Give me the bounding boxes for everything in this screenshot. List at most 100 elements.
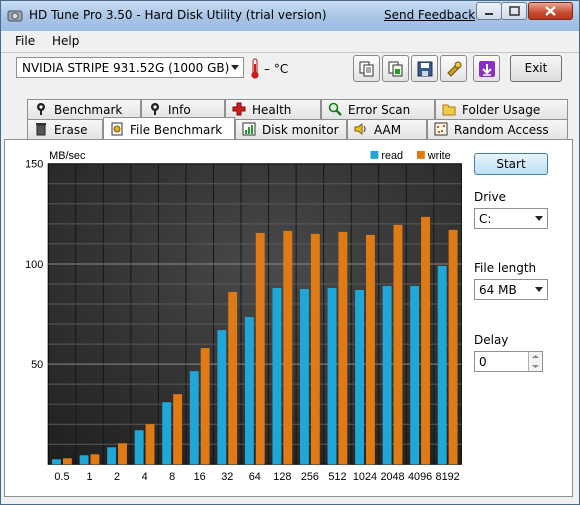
chevron-down-icon xyxy=(231,65,239,70)
bar-read xyxy=(355,289,365,465)
menu-help[interactable]: Help xyxy=(52,34,79,48)
info-icon xyxy=(151,103,159,115)
legend-label-write: write xyxy=(427,150,451,162)
bar-write xyxy=(90,454,100,465)
app-icon xyxy=(7,10,23,22)
legend-label-read: read xyxy=(381,150,403,162)
drive-combo-value: C: xyxy=(479,212,492,226)
send-feedback-link[interactable]: Send Feedback xyxy=(384,8,475,22)
tab-erase[interactable]: Erase xyxy=(27,119,103,139)
disk-monitor-icon xyxy=(242,122,256,136)
benchmark-chart: 50 100 150 MB/sec read write 0.5 1 2 4 8 16 32 64 128 2… xyxy=(25,150,462,483)
random-access-icon xyxy=(434,122,448,136)
thermometer-icon xyxy=(251,58,259,79)
bar-write xyxy=(421,216,430,465)
bar-read xyxy=(410,285,420,465)
tab-file-benchmark[interactable]: File Benchmark xyxy=(103,117,235,139)
title-bar[interactable]: HD Tune Pro 3.50 - Hard Disk Utility (tr… xyxy=(1,1,579,31)
bar-read xyxy=(107,447,117,465)
drive-select[interactable]: NVIDIA STRIPE 931.52G (1000 GB) xyxy=(16,57,244,78)
bar-write xyxy=(365,234,375,465)
legend-swatch-write xyxy=(416,150,425,159)
chevron-down-icon xyxy=(535,287,543,292)
temperature-readout: – °C xyxy=(264,62,289,76)
bar-write xyxy=(393,224,403,465)
tab-error-scan[interactable]: Error Scan xyxy=(321,99,435,119)
y-tick-label: 150 xyxy=(25,159,43,171)
bar-read xyxy=(189,371,199,465)
copy-text-button[interactable] xyxy=(353,55,380,82)
app-window: HD Tune Pro 3.50 - Hard Disk Utility (tr… xyxy=(0,0,580,505)
benchmark-icon xyxy=(37,103,45,115)
minimize-button[interactable] xyxy=(476,2,502,20)
minimize-icon xyxy=(485,13,493,15)
bar-read xyxy=(437,265,447,465)
save-icon xyxy=(417,61,433,77)
y-tick-label: 50 xyxy=(31,359,43,371)
tab-label: Disk monitor xyxy=(262,123,339,137)
tab-health[interactable]: Health xyxy=(225,99,321,119)
file-length-value: 64 MB xyxy=(479,283,517,297)
y-tick-label: 100 xyxy=(25,259,43,271)
tab-label: Random Access xyxy=(454,123,549,137)
tab-info[interactable]: Info xyxy=(141,99,225,119)
maximize-button[interactable] xyxy=(501,2,527,20)
bar-write xyxy=(338,231,348,465)
bar-write xyxy=(255,232,265,465)
spin-down-icon xyxy=(532,365,539,368)
bar-write xyxy=(145,424,155,465)
spinner-buttons[interactable] xyxy=(528,352,542,371)
bar-write xyxy=(118,443,127,465)
bar-write xyxy=(62,458,72,465)
save-button[interactable] xyxy=(411,55,438,82)
bar-read xyxy=(300,288,309,465)
tab-aam[interactable]: AAM xyxy=(347,119,427,139)
bar-write xyxy=(200,348,210,465)
tab-folder-usage[interactable]: Folder Usage xyxy=(435,99,568,119)
drive-combo[interactable]: C: xyxy=(474,208,548,229)
copy-text-icon xyxy=(359,61,374,77)
menu-file[interactable]: File xyxy=(15,34,35,48)
x-tick-label: 4 xyxy=(142,471,148,483)
file-length-combo[interactable]: 64 MB xyxy=(474,279,548,300)
tab-disk-monitor[interactable]: Disk monitor xyxy=(235,119,347,139)
window-title: HD Tune Pro 3.50 - Hard Disk Utility (tr… xyxy=(29,8,327,22)
options-icon xyxy=(447,61,462,77)
x-tick-label: 128 xyxy=(273,471,291,483)
x-tick-label: 1 xyxy=(86,471,92,483)
maximize-icon xyxy=(509,6,520,16)
x-tick-label: 2 xyxy=(114,471,120,483)
chevron-down-icon xyxy=(535,216,543,221)
bar-write xyxy=(283,230,293,465)
x-tick-label: 2048 xyxy=(380,471,404,483)
download-icon xyxy=(479,61,495,77)
tab-label: File Benchmark xyxy=(130,123,223,137)
y-axis-label: MB/sec xyxy=(49,150,86,162)
tab-label: Benchmark xyxy=(54,103,123,117)
tab-random-access[interactable]: Random Access xyxy=(427,119,568,139)
tab-label: AAM xyxy=(374,123,402,137)
bar-write xyxy=(173,394,183,465)
close-button[interactable] xyxy=(528,2,573,20)
exit-button[interactable]: Exit xyxy=(510,55,562,82)
copy-screenshot-button[interactable] xyxy=(382,55,409,82)
bar-read xyxy=(272,287,282,465)
bar-read xyxy=(162,402,172,465)
delay-spinner[interactable]: 0 xyxy=(474,351,543,372)
download-button[interactable] xyxy=(473,55,500,82)
tab-label: Error Scan xyxy=(348,103,411,117)
tab-label: Erase xyxy=(54,123,88,137)
close-icon xyxy=(545,6,556,16)
options-button[interactable] xyxy=(440,55,467,82)
x-tick-label: 8 xyxy=(169,471,175,483)
file-length-label: File length xyxy=(474,261,537,275)
health-icon xyxy=(232,102,246,116)
x-tick-label: 16 xyxy=(194,471,206,483)
x-tick-label: 4096 xyxy=(408,471,432,483)
file-benchmark-icon xyxy=(111,122,123,136)
x-tick-label: 1024 xyxy=(353,471,377,483)
bar-read xyxy=(79,455,89,465)
copy-screenshot-icon xyxy=(388,61,403,77)
start-button[interactable]: Start xyxy=(474,153,548,175)
tab-benchmark[interactable]: Benchmark xyxy=(27,99,141,119)
